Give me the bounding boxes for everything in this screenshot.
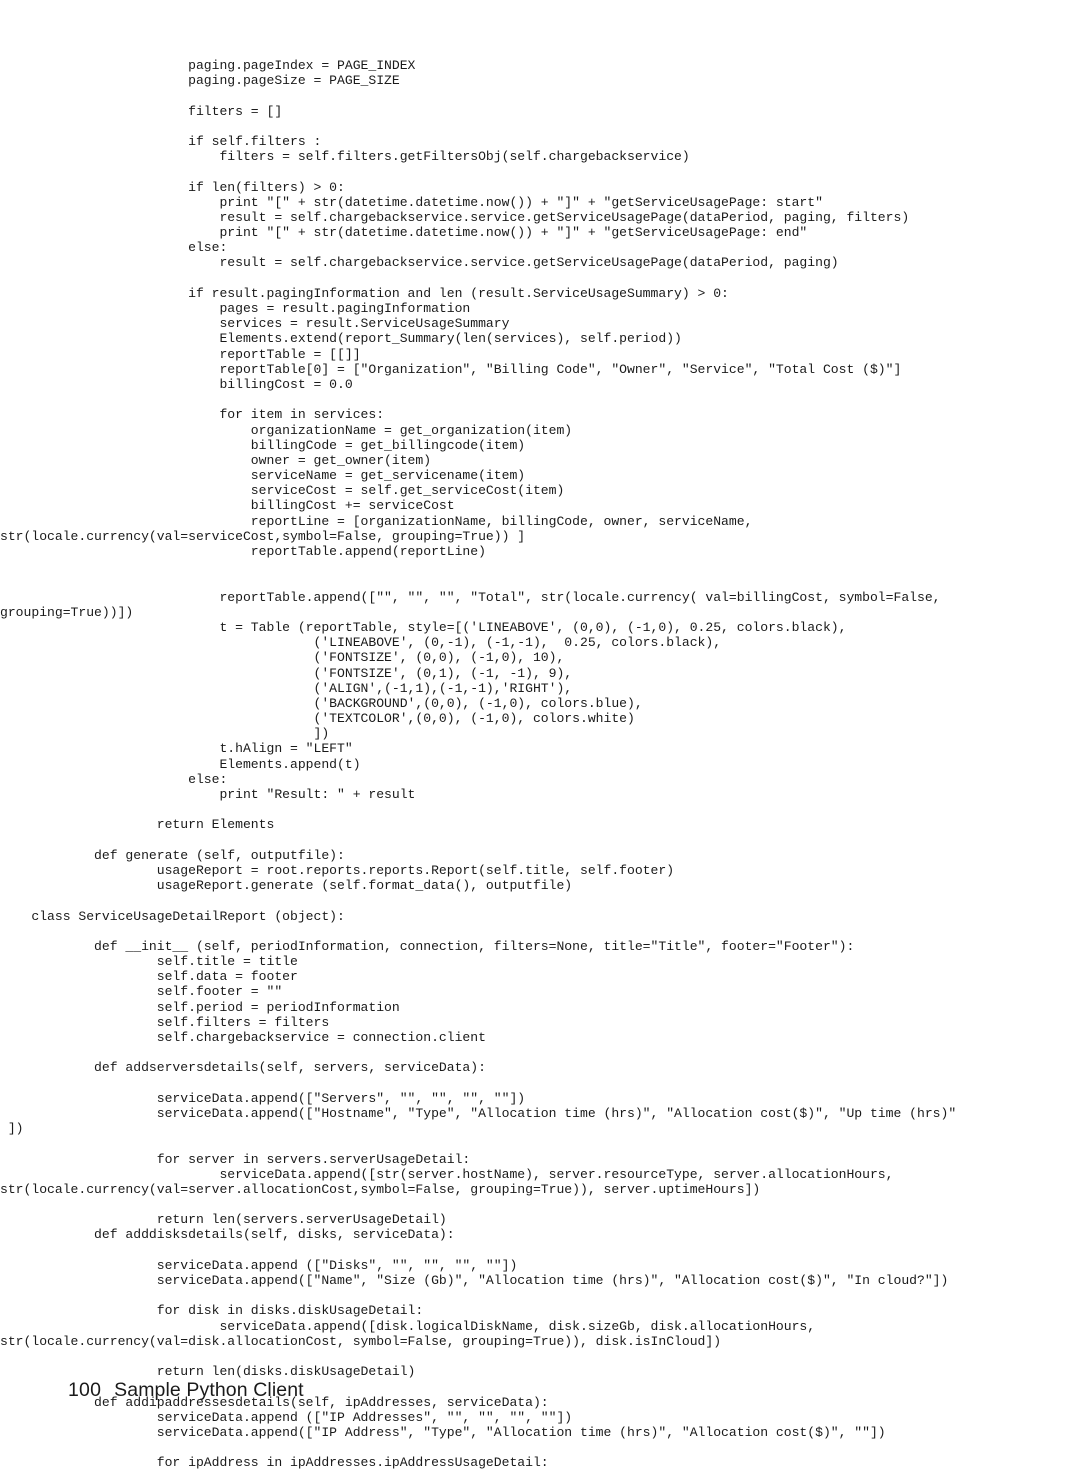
code-line: serviceData.append([disk.logicalDiskName… [0,1318,816,1334]
code-line: result = self.chargebackservice.service.… [0,209,910,225]
code-line: class ServiceUsageDetailReport (object): [0,908,345,924]
code-line: def addserversdetails(self, servers, ser… [0,1060,486,1076]
code-line: serviceData.append([str(server.hostName)… [0,1166,894,1182]
code-line: paging.pageSize = PAGE_SIZE [0,73,400,89]
code-line: return Elements [0,817,275,833]
code-line: print "[" + str(datetime.datetime.now())… [0,225,808,241]
code-line: owner = get_owner(item) [0,452,432,468]
code-line: print "[" + str(datetime.datetime.now())… [0,194,823,210]
code-line: if result.pagingInformation and len (res… [0,285,729,301]
code-line: str(locale.currency(val=server.allocatio… [0,1181,761,1197]
code-line: self.title = title [0,954,298,970]
code-line: self.data = footer [0,969,298,985]
code-line: if len(filters) > 0: [0,179,345,195]
code-line: organizationName = get_organization(item… [0,422,573,438]
code-line: t = Table (reportTable, style=[('LINEABO… [0,619,847,635]
code-line: ]) [0,726,330,742]
code-line: filters = [] [0,103,283,119]
code-line: usageReport.generate (self.format_data()… [0,878,573,894]
code-line: self.period = periodInformation [0,999,400,1015]
code-line: ('FONTSIZE', (0,0), (-1,0), 10), [0,650,565,666]
code-line: serviceCost = self.get_serviceCost(item) [0,483,565,499]
code-line: serviceData.append (["IP Addresses", "",… [0,1409,573,1425]
code-line: t.hAlign = "LEFT" [0,741,353,757]
code-line: for server in servers.serverUsageDetail: [0,1151,471,1167]
code-line: services = result.ServiceUsageSummary [0,316,510,332]
footer-page-number: 100 [68,1379,102,1401]
code-line: def adddisksdetails(self, disks, service… [0,1227,455,1243]
code-line: str(locale.currency(val=serviceCost,symb… [0,528,526,544]
code-line: else: [0,240,228,256]
code-line: ('BACKGROUND',(0,0), (-1,0), colors.blue… [0,695,643,711]
code-line: serviceData.append(["Name", "Size (Gb)",… [0,1273,949,1288]
code-line: result = self.chargebackservice.service.… [0,255,839,271]
code-line: ('LINEABOVE', (0,-1), (-1,-1), 0.25, col… [0,635,722,651]
code-line: reportTable.append(["", "", "", "Total",… [0,589,941,605]
code-line: ]) [0,1121,24,1137]
code-line: if self.filters : [0,133,322,149]
code-line: serviceData.append (["Disks", "", "", ""… [0,1257,518,1273]
code-line: serviceData.append(["Hostname", "Type", … [0,1105,957,1121]
code-line: billingCost += serviceCost [0,498,455,514]
code-line: billingCost = 0.0 [0,376,353,392]
code-line: serviceData.append(["Servers", "", "", "… [0,1090,526,1106]
code-line: ('FONTSIZE', (0,1), (-1, -1), 9), [0,665,573,681]
code-line: Elements.extend(report_Summary(len(servi… [0,331,682,347]
code-line: print "Result: " + result [0,787,416,802]
code-line: Elements.append(t) [0,756,361,772]
code-line: def __init__ (self, periodInformation, c… [0,938,855,954]
code-line: billingCode = get_billingcode(item) [0,437,526,453]
code-line: for ipAddress in ipAddresses.ipAddressUs… [0,1455,549,1470]
code-line: reportLine = [organizationName, billingC… [0,513,753,529]
code-line: reportTable.append(reportLine) [0,544,486,559]
page-footer: 100 Sample Python Client [68,1379,668,1409]
code-line: self.chargebackservice = connection.clie… [0,1030,486,1045]
code-line: self.footer = "" [0,984,283,1000]
code-line: reportTable[0] = ["Organization", "Billi… [0,361,902,377]
code-line: reportTable = [[]] [0,346,361,362]
code-line: serviceName = get_servicename(item) [0,468,526,484]
code-line: usageReport = root.reports.reports.Repor… [0,862,675,878]
code-line: for item in services: [0,407,385,423]
code-line: str(locale.currency(val=disk.allocationC… [0,1333,722,1349]
code-line: ('TEXTCOLOR',(0,0), (-1,0), colors.white… [0,711,635,727]
code-line: return len(disks.diskUsageDetail) [0,1364,416,1380]
code-line: filters = self.filters.getFiltersObj(sel… [0,149,690,165]
code-listing: paging.pageIndex = PAGE_INDEX paging.pag… [0,58,1080,1470]
code-line: pages = result.pagingInformation [0,301,471,316]
code-line: grouping=True))]) [0,604,134,620]
code-line: ('ALIGN',(-1,1),(-1,-1),'RIGHT'), [0,680,573,696]
code-line: return len(servers.serverUsageDetail) [0,1212,447,1228]
code-line: def generate (self, outputfile): [0,847,345,863]
code-line: for disk in disks.diskUsageDetail: [0,1303,424,1319]
code-line: paging.pageIndex = PAGE_INDEX [0,58,416,73]
document-page: paging.pageIndex = PAGE_INDEX paging.pag… [0,0,1080,1470]
code-line: self.filters = filters [0,1014,330,1030]
code-line: else: [0,771,228,787]
footer-section-title: Sample Python Client [114,1379,304,1401]
